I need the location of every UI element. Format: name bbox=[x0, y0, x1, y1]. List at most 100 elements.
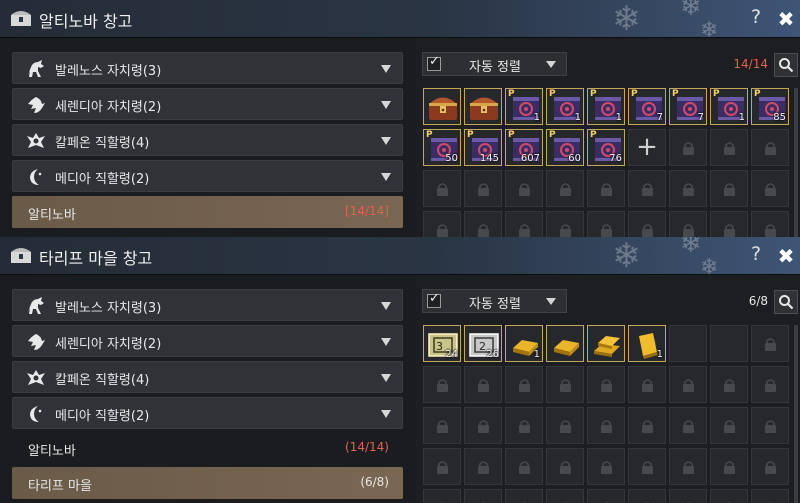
chevron-down-icon bbox=[381, 173, 391, 181]
chevron-down-icon bbox=[546, 298, 556, 305]
item-quantity: 7 bbox=[656, 112, 663, 123]
close-icon[interactable]: ✖ bbox=[776, 7, 796, 31]
locked-slot bbox=[710, 366, 748, 403]
locked-slot bbox=[423, 407, 461, 444]
locked-slot bbox=[464, 448, 502, 485]
expand-slot-button[interactable]: + bbox=[628, 129, 666, 166]
category-serendia[interactable]: 세렌디아 자치령(2) bbox=[12, 88, 403, 120]
panel-title: 타리프 마을 창고 bbox=[39, 249, 153, 268]
auto-sort-label: 자동 정렬 bbox=[469, 60, 521, 75]
locked-slot bbox=[751, 407, 789, 444]
slot-count: 14/14 bbox=[733, 57, 768, 71]
locked-slot bbox=[628, 448, 666, 485]
snowflake-decoration: ❄ bbox=[680, 0, 702, 22]
item-slot[interactable]: 1 bbox=[505, 325, 543, 362]
item-slot[interactable]: P 60 bbox=[546, 129, 584, 166]
locked-slot bbox=[464, 366, 502, 403]
svg-text:2: 2 bbox=[479, 340, 486, 353]
town-row-tarif[interactable]: 타리프 마을 (6/8) bbox=[12, 467, 403, 499]
category-serendia[interactable]: 세렌디아 자치령(2) bbox=[12, 325, 403, 357]
category-media[interactable]: 메디아 직할령(2) bbox=[12, 160, 403, 192]
locked-slot bbox=[628, 211, 666, 237]
item-slot[interactable] bbox=[587, 325, 625, 362]
scrollbar[interactable] bbox=[794, 88, 798, 237]
item-slot[interactable]: P 76 bbox=[587, 129, 625, 166]
locked-slot bbox=[505, 170, 543, 207]
locked-slot bbox=[423, 489, 461, 503]
warehouse-panel-altinova: ❄ ❄ ❄ 알티노바 창고 ? ✖ 발레노스 자치령(3) 세렌디아 자치령(2… bbox=[0, 0, 800, 237]
item-quantity: 85 bbox=[773, 112, 786, 123]
auto-sort-dropdown[interactable]: ✓ 자동 정렬 bbox=[422, 289, 567, 313]
category-media[interactable]: 메디아 직할령(2) bbox=[12, 397, 403, 429]
category-label: 세렌디아 자치령(2) bbox=[55, 337, 162, 352]
town-slot-count: [14/14] bbox=[345, 204, 389, 218]
locked-slot bbox=[710, 448, 748, 485]
locked-slot bbox=[751, 211, 789, 237]
slot-count: 6/8 bbox=[748, 294, 768, 308]
item-slot[interactable]: P7 bbox=[669, 88, 707, 125]
item-slot[interactable] bbox=[423, 88, 461, 125]
item-slot[interactable]: 2 26 bbox=[464, 325, 502, 362]
locked-slot bbox=[546, 170, 584, 207]
item-slot[interactable]: P1 bbox=[587, 88, 625, 125]
category-calpheon[interactable]: 칼페온 직할령(4) bbox=[12, 361, 403, 393]
search-button[interactable] bbox=[774, 53, 798, 77]
category-balenos[interactable]: 발레노스 자치령(3) bbox=[12, 289, 403, 321]
eagle-icon bbox=[28, 334, 45, 350]
locked-slot bbox=[423, 448, 461, 485]
panel-title: 알티노바 창고 bbox=[39, 12, 133, 31]
locked-slot bbox=[587, 489, 625, 503]
empty-slot[interactable] bbox=[710, 325, 748, 362]
auto-sort-checkbox[interactable]: ✓ bbox=[427, 54, 441, 71]
item-slot[interactable]: P 50 bbox=[423, 129, 461, 166]
item-slot[interactable] bbox=[464, 88, 502, 125]
category-label: 메디아 직할령(2) bbox=[55, 172, 150, 187]
scrollbar[interactable] bbox=[794, 325, 798, 503]
locked-slot bbox=[751, 489, 789, 503]
item-slot[interactable]: P1 bbox=[546, 88, 584, 125]
snowflake-decoration: ❄ bbox=[680, 237, 702, 259]
title-bar: ❄ ❄ ❄ 타리프 마을 창고 ? ✖ bbox=[0, 237, 800, 280]
chevron-down-icon bbox=[546, 61, 556, 68]
chevron-down-icon bbox=[381, 302, 391, 310]
snowflake-decoration: ❄ bbox=[612, 0, 641, 39]
item-slot[interactable]: P1 bbox=[710, 88, 748, 125]
locked-slot bbox=[546, 366, 584, 403]
town-row-altinova[interactable]: 알티노바 [14/14] bbox=[12, 196, 403, 228]
locked-slot bbox=[751, 448, 789, 485]
town-row-altinova[interactable]: 알티노바 (14/14) bbox=[12, 432, 403, 464]
moon-icon bbox=[30, 169, 42, 185]
close-icon[interactable]: ✖ bbox=[776, 244, 796, 268]
category-calpheon[interactable]: 칼페온 직할령(4) bbox=[12, 124, 403, 156]
item-slot[interactable]: P1 bbox=[505, 88, 543, 125]
help-button[interactable]: ? bbox=[748, 243, 764, 265]
item-slot[interactable]: P 145 bbox=[464, 129, 502, 166]
warehouse-chest-icon bbox=[11, 248, 31, 263]
locked-slot bbox=[587, 170, 625, 207]
item-quantity: 1 bbox=[574, 112, 581, 123]
chevron-down-icon bbox=[381, 101, 391, 109]
snowflake-decoration: ❄ bbox=[612, 237, 641, 276]
locked-slot bbox=[505, 489, 543, 503]
horse-icon bbox=[28, 297, 44, 314]
item-quantity: 607 bbox=[520, 153, 540, 164]
auto-sort-dropdown[interactable]: ✓ 자동 정렬 bbox=[422, 52, 567, 76]
town-label: 알티노바 bbox=[28, 444, 76, 459]
item-quantity: 1 bbox=[656, 349, 663, 360]
item-slot[interactable] bbox=[546, 325, 584, 362]
item-slot[interactable]: P 607 bbox=[505, 129, 543, 166]
auto-sort-checkbox[interactable]: ✓ bbox=[427, 291, 441, 308]
search-button[interactable] bbox=[774, 290, 798, 314]
locked-slot bbox=[628, 366, 666, 403]
category-balenos[interactable]: 발레노스 자치령(3) bbox=[12, 52, 403, 84]
item-slot[interactable]: P7 bbox=[628, 88, 666, 125]
crest-icon bbox=[27, 133, 45, 148]
category-label: 발레노스 자치령(3) bbox=[55, 301, 162, 316]
item-slot[interactable]: 3 24 bbox=[423, 325, 461, 362]
item-slot[interactable]: 1 bbox=[628, 325, 666, 362]
empty-slot[interactable] bbox=[669, 325, 707, 362]
help-button[interactable]: ? bbox=[748, 6, 764, 28]
chevron-down-icon bbox=[381, 65, 391, 73]
locked-slot bbox=[464, 170, 502, 207]
item-slot[interactable]: P 85 bbox=[751, 88, 789, 125]
